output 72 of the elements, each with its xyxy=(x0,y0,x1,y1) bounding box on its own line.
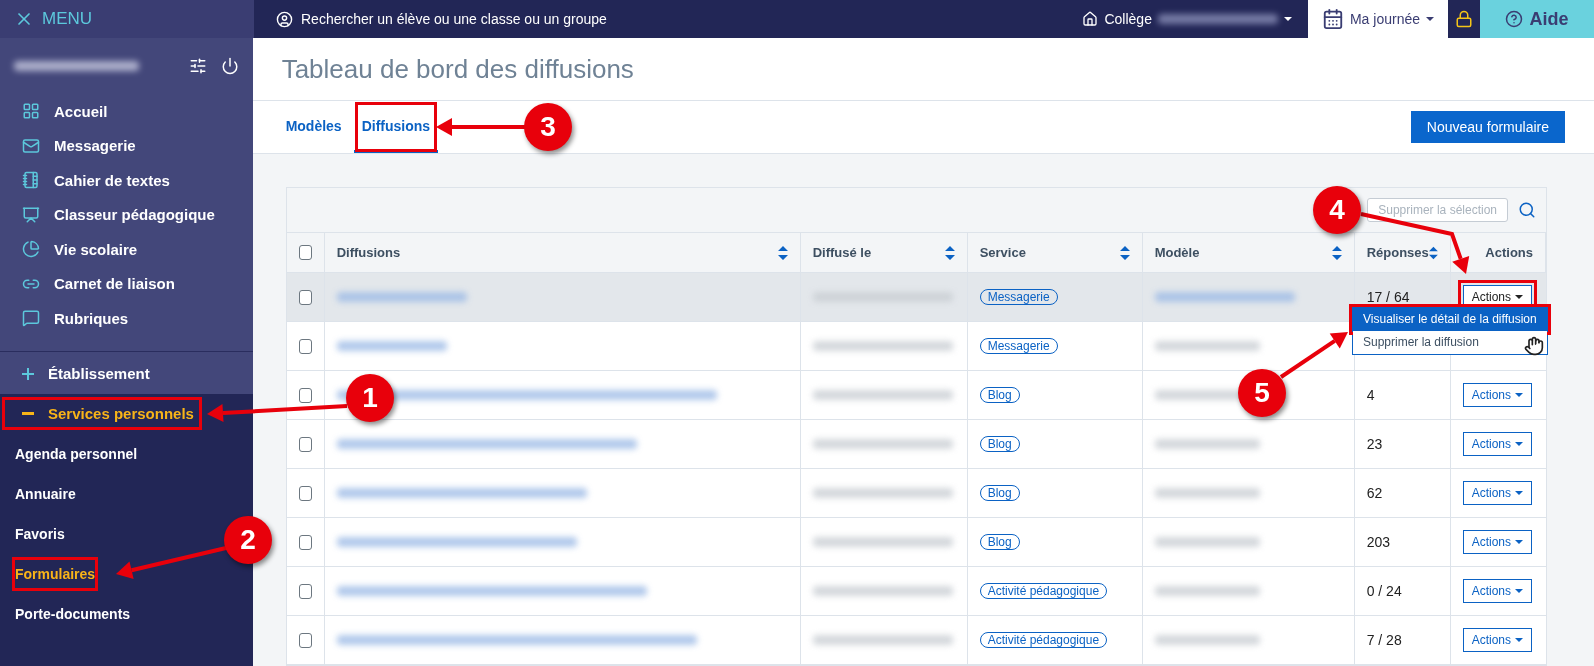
checkbox[interactable] xyxy=(298,534,312,550)
responses-count: 62 xyxy=(1366,485,1383,501)
sidebar-item[interactable]: Accueil xyxy=(0,94,253,129)
column-header: Modèle xyxy=(1154,245,1200,260)
sidebar-item[interactable]: Cahier de textes xyxy=(0,163,253,198)
column-header: Diffusé le xyxy=(812,245,872,260)
home-icon xyxy=(1082,11,1099,27)
plus-icon xyxy=(22,367,34,380)
column-header: Service xyxy=(979,245,1026,260)
checkbox[interactable] xyxy=(298,583,312,599)
responses-count: 17 / 64 xyxy=(1366,289,1410,305)
sort-icon[interactable] xyxy=(1428,245,1438,260)
sidebar-subitem[interactable]: Agenda personnel xyxy=(15,433,138,474)
sidebar-item[interactable]: Classeur pédagogique xyxy=(0,197,253,232)
sidebar-item[interactable]: Messagerie xyxy=(0,128,253,163)
actions-button[interactable]: Actions xyxy=(1462,628,1532,652)
my-day-button[interactable]: Ma journée xyxy=(1307,0,1448,38)
checkbox[interactable] xyxy=(298,245,312,260)
sort-icon[interactable] xyxy=(777,245,788,260)
responses-count: 4 xyxy=(1366,387,1375,403)
search-field[interactable]: Rechercher un élève ou une classe ou un groupe xyxy=(254,0,1067,38)
checkbox[interactable] xyxy=(298,485,312,501)
sidebar-item[interactable]: Vie scolaire xyxy=(0,232,253,267)
sidebar-section[interactable]: Établissement xyxy=(0,353,253,394)
envelope-icon xyxy=(22,136,40,155)
actions-button[interactable]: Actions xyxy=(1462,481,1532,505)
lock-icon[interactable] xyxy=(1455,10,1473,28)
responses-count: 7 / 28 xyxy=(1366,632,1402,648)
checkbox[interactable] xyxy=(298,387,312,403)
checkbox[interactable] xyxy=(298,338,312,354)
actions-button[interactable]: Actions xyxy=(1462,432,1532,456)
responses-count: 0 / 24 xyxy=(1366,583,1402,599)
column-header: Diffusions xyxy=(336,245,401,260)
user-icon xyxy=(276,10,293,28)
minus-icon xyxy=(22,412,34,415)
settings-icon[interactable] xyxy=(188,57,207,75)
power-icon[interactable] xyxy=(220,57,239,75)
checkbox[interactable] xyxy=(298,289,312,305)
sidebar-subitem[interactable]: Formulaires xyxy=(9,553,102,594)
sidebar-subitem[interactable]: Porte-documents xyxy=(15,593,131,634)
responses-count: 23 xyxy=(1366,436,1383,452)
checkbox[interactable] xyxy=(298,436,312,452)
school-selector[interactable]: Collège xyxy=(1066,0,1308,38)
pie-icon xyxy=(22,240,40,259)
column-header: Réponses xyxy=(1366,245,1429,260)
menu-button[interactable]: MENU xyxy=(0,0,254,38)
page-title: Tableau de bord des diffusions xyxy=(281,53,634,85)
help-button[interactable]: Aide xyxy=(1480,0,1594,38)
sidebar-item[interactable]: Rubriques xyxy=(0,301,253,336)
tab[interactable]: Diffusions xyxy=(353,101,439,153)
column-header: Actions xyxy=(1485,245,1533,260)
sort-icon[interactable] xyxy=(944,245,955,260)
grid-icon xyxy=(22,102,40,121)
responses-count: 203 xyxy=(1366,534,1390,550)
actions-button[interactable]: Actions xyxy=(1462,383,1532,407)
actions-button[interactable]: Actions xyxy=(1462,579,1532,603)
notebook-icon xyxy=(22,171,40,190)
sort-icon[interactable] xyxy=(1331,245,1342,260)
tab[interactable]: Modèles xyxy=(281,101,346,153)
checkbox[interactable] xyxy=(298,632,312,648)
chat-icon xyxy=(22,309,40,328)
sort-icon[interactable] xyxy=(1119,245,1130,260)
board-icon xyxy=(22,205,40,224)
search-icon[interactable] xyxy=(1518,201,1536,219)
help-icon xyxy=(1505,10,1524,28)
actions-button[interactable]: Actions xyxy=(1462,530,1532,554)
arrow xyxy=(1279,332,1348,379)
sidebar-subitem[interactable]: Annuaire xyxy=(15,473,76,514)
sidebar-item[interactable]: Carnet de liaison xyxy=(0,266,253,301)
new-form-button[interactable]: Nouveau formulaire xyxy=(1410,111,1565,144)
calendar-icon xyxy=(1321,8,1344,30)
sidebar-subitem[interactable]: Favoris xyxy=(15,513,65,554)
